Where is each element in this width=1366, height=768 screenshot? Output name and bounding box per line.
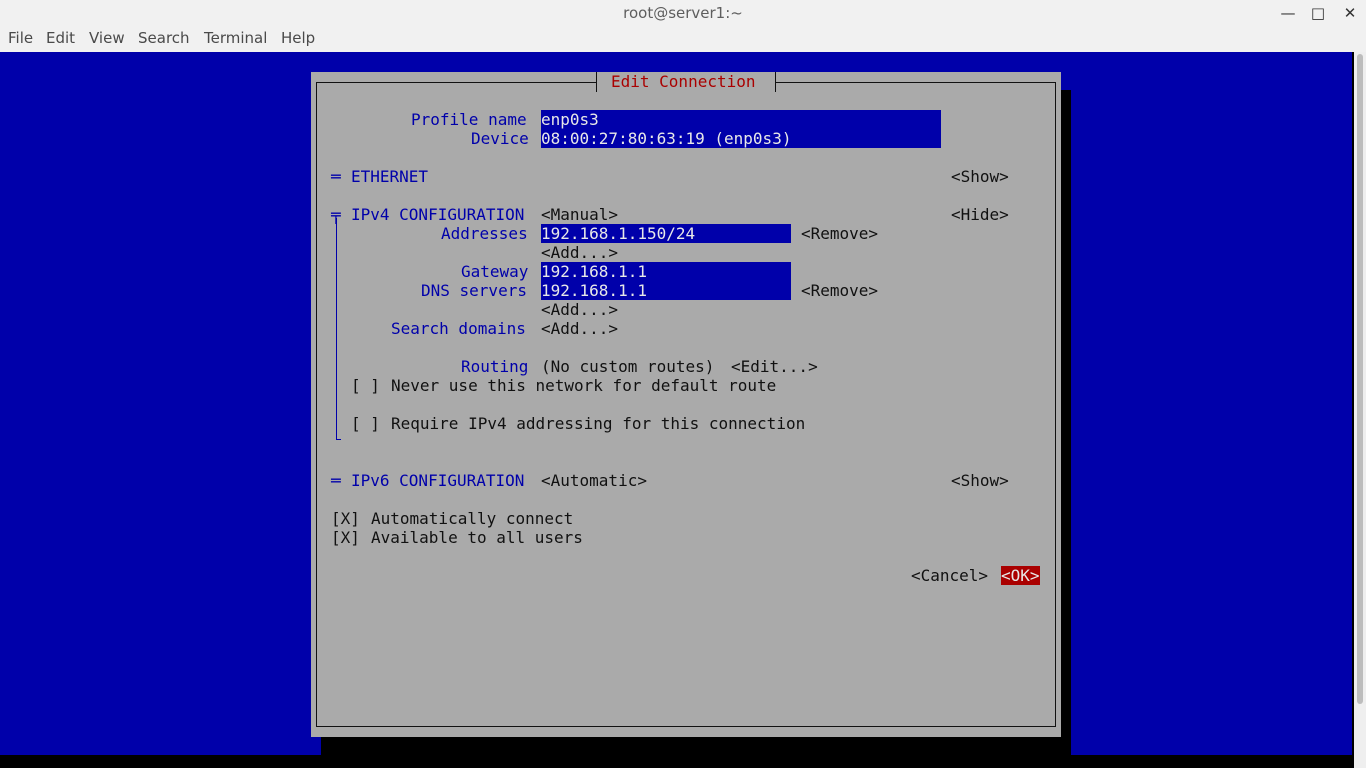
dns-server-field[interactable]: 192.168.1.1: [541, 281, 791, 300]
menu-help[interactable]: Help: [281, 29, 315, 47]
routing-value: (No custom routes): [541, 357, 715, 376]
gateway-field[interactable]: 192.168.1.1: [541, 262, 791, 281]
ipv4-section-label: IPv4 CONFIGURATION: [351, 205, 525, 224]
dialog-shadow-right: [1061, 90, 1071, 755]
never-default-label: Never use this network for default route: [391, 376, 777, 395]
ipv4-section-line: [336, 218, 337, 440]
address-add-button[interactable]: <Add...>: [541, 243, 618, 262]
search-domains-label: Search domains: [391, 319, 526, 338]
ethernet-show-button[interactable]: <Show>: [951, 167, 1009, 186]
ipv4-hide-button[interactable]: <Hide>: [951, 205, 1009, 224]
dns-add-button[interactable]: <Add...>: [541, 300, 618, 319]
ethernet-section-label: ETHERNET: [351, 167, 429, 186]
menu-bar: File Edit View Search Terminal Help: [0, 28, 1366, 52]
window-title: root@server1:~: [623, 4, 743, 22]
menu-terminal[interactable]: Terminal: [204, 29, 267, 47]
address-field[interactable]: 192.168.1.150/24: [541, 224, 791, 243]
address-remove-button[interactable]: <Remove>: [801, 224, 878, 243]
all-users-checkbox[interactable]: [X]: [331, 528, 360, 547]
menu-edit[interactable]: Edit: [46, 29, 75, 47]
ipv6-show-button[interactable]: <Show>: [951, 471, 1009, 490]
menu-view[interactable]: View: [89, 29, 125, 47]
require-ipv4-checkbox[interactable]: [ ]: [351, 414, 380, 433]
all-users-label: Available to all users: [371, 528, 583, 547]
ipv6-marker: ═: [331, 471, 341, 490]
maximize-icon[interactable]: □: [1307, 2, 1329, 24]
require-ipv4-label: Require IPv4 addressing for this connect…: [391, 414, 806, 433]
device-field[interactable]: 08:00:27:80:63:19 (enp0s3): [541, 129, 941, 148]
routing-label: Routing: [461, 357, 529, 376]
scrollbar-thumb[interactable]: [1357, 54, 1363, 704]
dns-remove-button[interactable]: <Remove>: [801, 281, 878, 300]
addresses-label: Addresses: [441, 224, 528, 243]
device-label: Device: [471, 129, 529, 148]
search-domains-add-button[interactable]: <Add...>: [541, 319, 618, 338]
ipv4-mode-button[interactable]: <Manual>: [541, 205, 618, 224]
terminal-area[interactable]: Edit Connection Profile name enp0s3 Devi…: [0, 52, 1354, 768]
profile-name-field[interactable]: enp0s3: [541, 110, 941, 129]
dialog-shadow-bottom: [321, 737, 1071, 755]
cancel-button[interactable]: <Cancel>: [911, 566, 988, 585]
close-icon[interactable]: ✕: [1339, 2, 1361, 24]
dns-servers-label: DNS servers: [421, 281, 527, 300]
auto-connect-checkbox[interactable]: [X]: [331, 509, 360, 528]
never-default-checkbox[interactable]: [ ]: [351, 376, 380, 395]
ok-button[interactable]: <OK>: [1001, 566, 1040, 585]
ethernet-marker: ═: [331, 167, 341, 186]
ipv4-section-line-end: [336, 439, 341, 440]
routing-edit-button[interactable]: <Edit...>: [731, 357, 818, 376]
dialog-title: Edit Connection: [611, 72, 756, 91]
minimize-icon[interactable]: —: [1277, 2, 1299, 24]
profile-name-label: Profile name: [411, 110, 527, 129]
menu-file[interactable]: File: [8, 29, 33, 47]
window-titlebar: root@server1:~ — □ ✕: [0, 0, 1366, 28]
ipv6-mode-button[interactable]: <Automatic>: [541, 471, 647, 490]
menu-search[interactable]: Search: [138, 29, 190, 47]
gateway-label: Gateway: [461, 262, 529, 281]
auto-connect-label: Automatically connect: [371, 509, 574, 528]
ipv6-section-label: IPv6 CONFIGURATION: [351, 471, 525, 490]
edit-connection-dialog: Edit Connection Profile name enp0s3 Devi…: [311, 72, 1061, 737]
